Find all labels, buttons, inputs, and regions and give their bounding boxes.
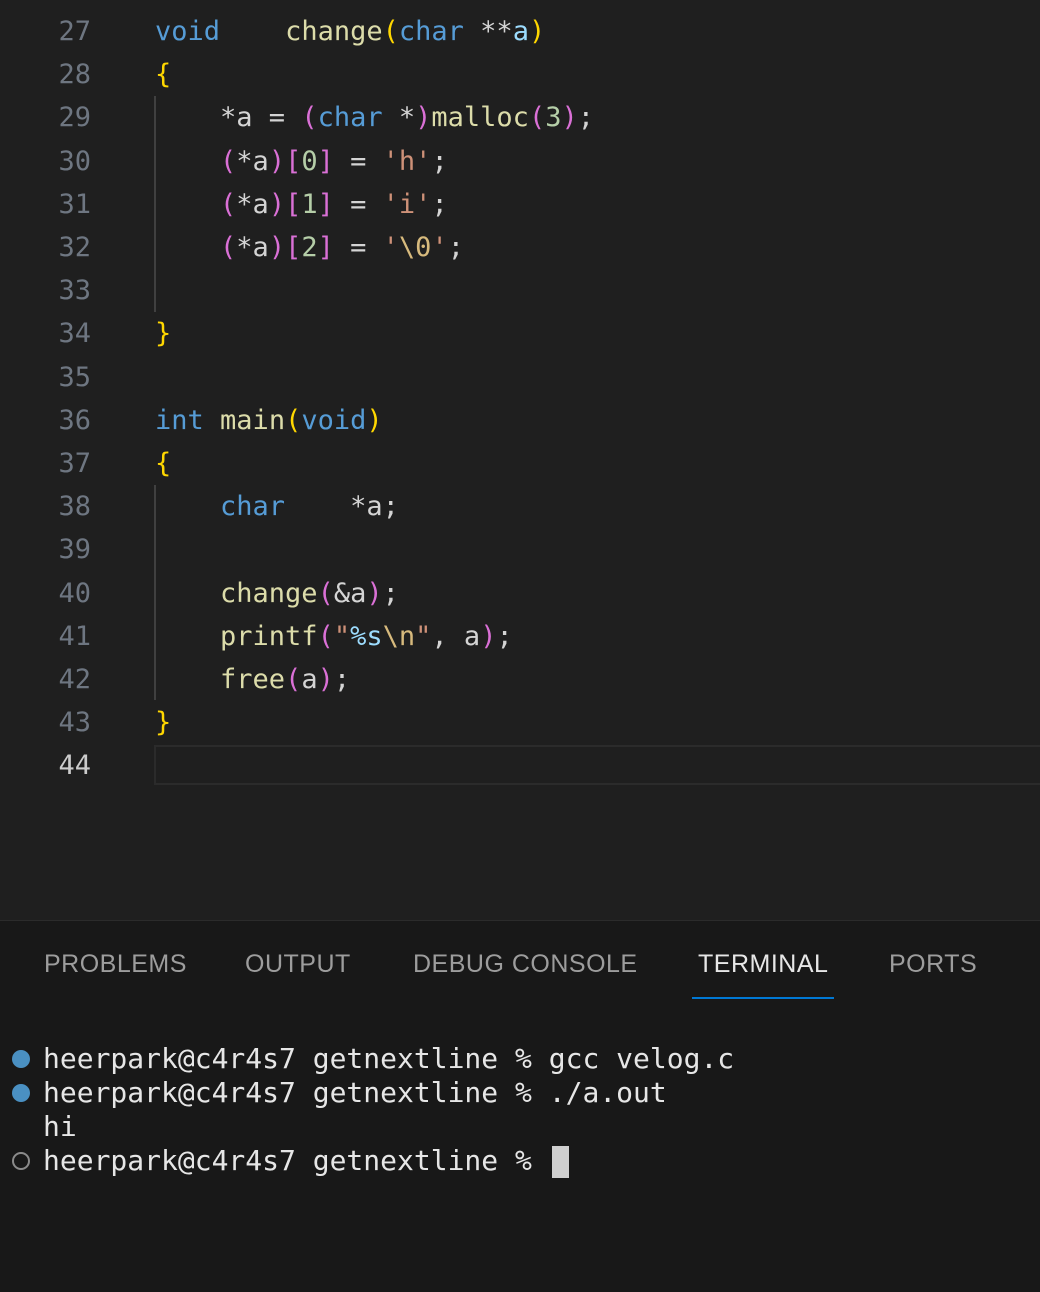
code-line[interactable]: 29 *a = (char *)malloc(3); xyxy=(0,96,1040,139)
code-text: { xyxy=(155,448,172,479)
code-line[interactable]: 37 { xyxy=(0,442,1040,485)
code-line[interactable]: 35 xyxy=(0,356,1040,399)
line-number: 29 xyxy=(58,102,91,134)
code-text: free(a); xyxy=(220,664,351,695)
code-line[interactable]: 32 (*a)[2] = '\0'; xyxy=(0,226,1040,269)
code-text: } xyxy=(155,707,172,739)
terminal-prompt-text: heerpark@c4r4s7 getnextline % xyxy=(43,1144,549,1177)
terminal-line: heerpark@c4r4s7 getnextline % xyxy=(0,1144,1040,1178)
code-text: (*a)[1] = 'i'; xyxy=(220,188,448,220)
line-number: 35 xyxy=(58,361,91,393)
code-line[interactable]: 30 (*a)[0] = 'h'; xyxy=(0,140,1040,183)
code-text: (*a)[0] = 'h'; xyxy=(220,145,448,177)
terminal-line: heerpark@c4r4s7 getnextline % gcc velog.… xyxy=(0,1042,1040,1076)
code-line[interactable]: 42 free(a); xyxy=(0,658,1040,701)
command-status-dot-icon[interactable] xyxy=(12,1084,30,1102)
code-text: (*a)[2] = '\0'; xyxy=(220,232,464,263)
tab-ports[interactable]: PORTS xyxy=(883,921,983,997)
code-line[interactable]: 40 change(&a); xyxy=(0,572,1040,615)
code-text: int main(void) xyxy=(155,404,383,436)
terminal-line: hi xyxy=(0,1110,1040,1144)
terminal-line-text: hi xyxy=(43,1110,77,1143)
terminal-line-text: heerpark@c4r4s7 getnextline % ./a.out xyxy=(43,1076,667,1109)
code-line[interactable]: 27 void change(char **a) xyxy=(0,10,1040,53)
line-number: 40 xyxy=(58,577,91,609)
tab-terminal[interactable]: TERMINAL xyxy=(692,921,835,999)
bottom-panel: PROBLEMS OUTPUT DEBUG CONSOLE TERMINAL P… xyxy=(0,920,1040,1292)
line-number: 41 xyxy=(58,620,91,652)
code-text: printf("%s\n", a); xyxy=(220,620,513,652)
code-line[interactable]: 39 xyxy=(0,528,1040,571)
code-line[interactable]: 41 printf("%s\n", a); xyxy=(0,615,1040,658)
line-number: 34 xyxy=(58,318,91,350)
line-number: 44 xyxy=(58,750,91,782)
code-editor[interactable]: 27 void change(char **a) 28 {29 *a = (char … xyxy=(0,0,1040,920)
line-number: 31 xyxy=(58,188,91,220)
line-number: 36 xyxy=(58,404,91,436)
code-line[interactable]: 43} xyxy=(0,701,1040,744)
tab-problems[interactable]: PROBLEMS xyxy=(38,921,193,997)
terminal-line: heerpark@c4r4s7 getnextline % ./a.out xyxy=(0,1076,1040,1110)
line-number: 27 xyxy=(58,16,91,47)
tab-debug-console[interactable]: DEBUG CONSOLE xyxy=(407,921,644,997)
code-text: { xyxy=(155,59,172,91)
code-text: } xyxy=(155,318,172,350)
terminal-cursor xyxy=(552,1146,569,1178)
code-line[interactable]: 33 xyxy=(0,269,1040,312)
code-line[interactable]: 28 { xyxy=(0,53,1040,96)
line-number: 30 xyxy=(58,145,91,177)
line-number: 42 xyxy=(58,664,91,695)
line-number: 33 xyxy=(58,275,91,307)
code-line[interactable]: 31 (*a)[1] = 'i'; xyxy=(0,183,1040,226)
tab-output[interactable]: OUTPUT xyxy=(239,921,357,997)
line-number: 28 xyxy=(58,59,91,91)
line-number: 43 xyxy=(58,707,91,739)
code-line[interactable]: 34} xyxy=(0,312,1040,355)
line-number: 39 xyxy=(58,534,91,566)
code-text: char *a; xyxy=(220,491,399,523)
code-line[interactable]: 44 xyxy=(0,744,1040,787)
code-text: *a = (char *)malloc(3); xyxy=(155,102,594,134)
code-text: change(&a); xyxy=(220,577,399,609)
code-line[interactable]: 38 char *a; xyxy=(0,485,1040,528)
line-number: 37 xyxy=(58,448,91,479)
line-number: 38 xyxy=(58,491,91,523)
terminal-line-text: heerpark@c4r4s7 getnextline % gcc velog.… xyxy=(43,1042,735,1075)
panel-tabs: PROBLEMS OUTPUT DEBUG CONSOLE TERMINAL P… xyxy=(0,921,1040,1001)
command-status-dot-icon[interactable] xyxy=(12,1152,30,1170)
line-number: 32 xyxy=(58,232,91,263)
code-line[interactable]: 36 int main(void) xyxy=(0,399,1040,442)
command-status-dot-icon[interactable] xyxy=(12,1050,30,1068)
code-text: void change(char **a) xyxy=(155,16,546,47)
